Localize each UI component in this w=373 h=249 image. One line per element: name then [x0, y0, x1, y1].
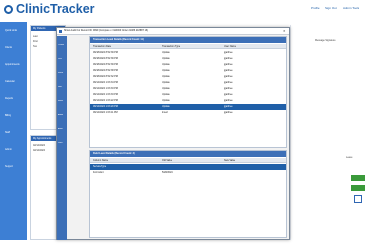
leave-label: Leave: [346, 156, 353, 159]
sidebar: Quick Links Clients Appointments Calenda…: [0, 22, 27, 240]
cell-date: 06/14/2024 1:03:33 PM: [93, 87, 118, 90]
left-tab[interactable]: Plans: [58, 142, 63, 144]
patients-row[interactable]: Test: [33, 45, 37, 48]
field-section-header: Field Level Details (Record Count: 2): [90, 151, 286, 157]
cell-user: jgarthee: [224, 75, 233, 78]
appointment-date-row[interactable]: 02/14/2024: [33, 149, 45, 152]
sidebar-item-staff[interactable]: Staff: [5, 131, 10, 134]
cell-date: 06/18/2024 8:52:39 PM: [93, 57, 118, 60]
transaction-section-header: Transaction Level Details (Record Count:…: [90, 37, 286, 43]
field-section: Field Level Details (Record Count: 2) Co…: [89, 150, 287, 238]
sidebar-item-support[interactable]: Support: [5, 165, 13, 168]
cell-date: 06/14/2024 1:03:33 PM: [93, 93, 118, 96]
sidebar-item-quick-links[interactable]: Quick Links: [5, 29, 17, 32]
patients-row[interactable]: First: [33, 40, 38, 43]
left-tab[interactable]: Admit: [58, 128, 63, 130]
left-tab[interactable]: Intake: [58, 100, 63, 102]
col-column-name[interactable]: Column Name: [93, 159, 108, 162]
transaction-table-header: Transaction Date Transaction Type User N…: [90, 44, 286, 49]
expand-icon[interactable]: [354, 195, 362, 203]
sidebar-item-calendar[interactable]: Calendar: [5, 80, 15, 83]
cell-column-name: ServiceType: [93, 165, 107, 168]
cell-user: jgarthee: [224, 63, 233, 66]
sidebar-item-billing[interactable]: Billing: [5, 114, 11, 117]
col-transaction-date[interactable]: Transaction Date: [93, 45, 111, 48]
dialog-app-icon: [59, 30, 62, 33]
sidebar-item-clients[interactable]: Clients: [5, 46, 12, 49]
table-row[interactable]: 06/14/2024 1:03:11 PM Insert jgarthee: [90, 110, 286, 116]
cell-date: 06/18/2024 8:52:32 PM: [93, 75, 118, 78]
cell-user: jgarthee: [224, 93, 233, 96]
cell-date: 06/14/2024 1:03:34 PM: [93, 81, 118, 84]
cell-user: jgarthee: [224, 69, 233, 72]
left-tabs: Current Prior Status Note Intake Admin A…: [57, 36, 67, 240]
sidebar-item-reports[interactable]: Reports: [5, 97, 13, 100]
left-tab[interactable]: Current: [58, 44, 64, 46]
cell-type: Update: [162, 69, 170, 72]
cell-user: jgarthee: [224, 105, 233, 108]
left-tab[interactable]: Note: [58, 86, 62, 88]
cell-date: 06/18/2024 8:52:38 PM: [93, 69, 118, 72]
left-tab[interactable]: Prior: [58, 58, 62, 60]
cell-date: 06/14/2024 1:03:20 PM: [93, 105, 118, 108]
table-row[interactable]: FormsGnt 5/28/2024: [90, 170, 286, 176]
cell-user: jgarthee: [224, 81, 233, 84]
cell-type: Update: [162, 81, 170, 84]
app-header: ClinicTracker Profile Sign Out Admin Too…: [0, 0, 373, 22]
cell-date: 06/14/2024 1:03:11 PM: [93, 111, 118, 114]
cell-user: jgarthee: [224, 57, 233, 60]
cell-type: Update: [162, 99, 170, 102]
header-link-profile[interactable]: Profile: [311, 6, 320, 10]
cell-old-value: 5/28/2024: [162, 171, 173, 174]
transaction-section: Transaction Level Details (Record Count:…: [89, 36, 287, 148]
sidebar-item-admin[interactable]: Admin: [5, 148, 12, 151]
cell-user: jgarthee: [224, 99, 233, 102]
col-user-name[interactable]: User Name: [224, 45, 236, 48]
col-transaction-type[interactable]: Transaction Type: [162, 45, 180, 48]
dialog-title: Show Audit For Record ID: 9999 (Compare …: [64, 29, 149, 32]
cell-type: Update: [162, 63, 170, 66]
right-panel: Message Signature Leave: [290, 25, 370, 240]
cell-date: 06/18/2024 8:52:39 PM: [93, 63, 118, 66]
action-button-green[interactable]: [351, 175, 365, 181]
col-new-value[interactable]: New Value: [224, 159, 235, 162]
sidebar-item-appointments[interactable]: Appointments: [5, 63, 20, 66]
message-signature-label: Message Signature: [315, 39, 336, 42]
cell-column-name: FormsGnt: [93, 171, 104, 174]
appointment-date-row[interactable]: 02/14/2024: [33, 144, 45, 147]
cell-date: 06/14/2024 1:03:22 PM: [93, 99, 118, 102]
cell-type: Update: [162, 75, 170, 78]
cell-user: jgarthee: [224, 51, 233, 54]
left-tab[interactable]: Status: [58, 72, 63, 74]
field-table-header: Column Name Old Value New Value: [90, 158, 286, 163]
cell-user: jgarthee: [224, 111, 233, 114]
app-logo-text: ClinicTracker: [16, 2, 95, 16]
cell-date: 06/18/2024 8:52:39 PM: [93, 51, 118, 54]
cell-type: Update: [162, 105, 170, 108]
patients-row[interactable]: Last: [33, 35, 38, 38]
cell-type: Update: [162, 87, 170, 90]
left-tab[interactable]: Admin: [58, 114, 63, 116]
app-logo-icon: [4, 5, 13, 14]
close-icon[interactable]: ✕: [283, 28, 286, 35]
col-old-value[interactable]: Old Value: [162, 159, 172, 162]
action-button-green[interactable]: [351, 185, 365, 191]
audit-dialog: Show Audit For Record ID: 9999 (Compare …: [56, 27, 290, 240]
cell-type: Update: [162, 93, 170, 96]
header-link-signout[interactable]: Sign Out: [325, 6, 337, 10]
cell-type: Update: [162, 57, 170, 60]
cell-type: Insert: [162, 111, 168, 114]
dialog-titlebar: Show Audit For Record ID: 9999 (Compare …: [57, 28, 289, 35]
header-link-admin[interactable]: Admin Tools: [343, 6, 359, 10]
cell-user: jgarthee: [224, 87, 233, 90]
cell-type: Update: [162, 51, 170, 54]
